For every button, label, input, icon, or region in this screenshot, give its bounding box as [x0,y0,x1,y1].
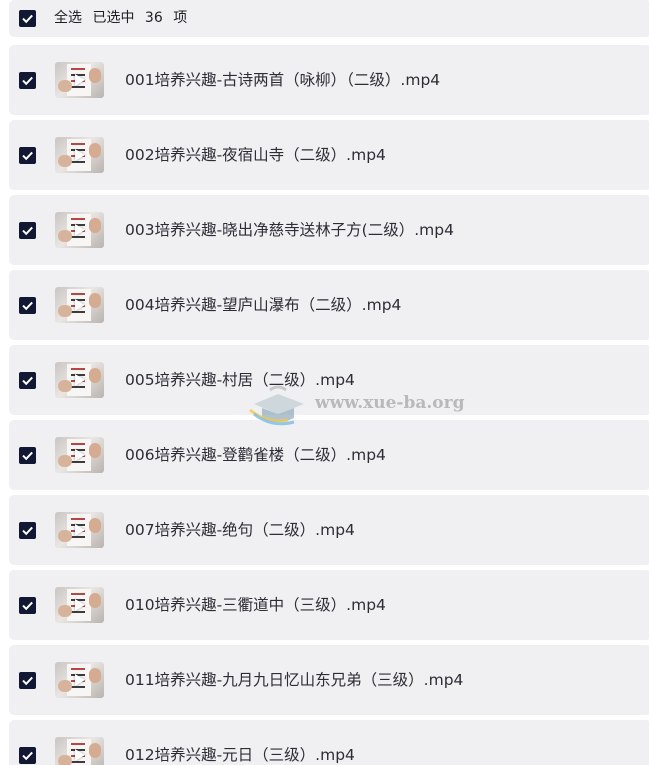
item-checkbox[interactable] [19,597,36,614]
video-thumbnail[interactable] [55,512,104,548]
selected-prefix: 已选中 [92,10,135,26]
video-file-name[interactable]: 012培养兴趣-元日（三级）.mp4 [125,744,355,765]
selection-summary: 全选 已选中 36 项 [54,9,193,28]
play-icon [75,374,85,386]
checkmark-icon [22,14,33,24]
video-file-name[interactable]: 001培养兴趣-古诗两首（咏柳）（二级）.mp4 [125,69,440,91]
video-list-item[interactable]: 010培养兴趣-三衢道中（三级）.mp4 [9,570,649,640]
video-list-item[interactable]: 012培养兴趣-元日（三级）.mp4 [9,720,649,765]
video-thumbnail[interactable] [55,737,104,765]
video-file-name[interactable]: 005培养兴趣-村居（二级）.mp4 [125,369,355,391]
video-thumbnail[interactable] [55,62,104,98]
video-file-name[interactable]: 003培养兴趣-晓出净慈寺送林子方(二级）.mp4 [125,219,454,241]
select-all-label[interactable]: 全选 [54,10,82,26]
play-icon [75,74,85,86]
video-file-name[interactable]: 002培养兴趣-夜宿山寺（二级）.mp4 [125,144,386,166]
video-thumbnail[interactable] [55,287,104,323]
select-all-checkbox[interactable] [19,10,36,27]
checkmark-icon [22,601,33,611]
item-checkbox[interactable] [19,747,36,764]
play-icon [75,149,85,161]
item-checkbox[interactable] [19,672,36,689]
checkmark-icon [22,151,33,161]
checkmark-icon [22,76,33,86]
selected-count: 36 [144,10,163,26]
video-list-item[interactable]: 001培养兴趣-古诗两首（咏柳）（二级）.mp4 [9,45,649,115]
select-all-bar: 全选 已选中 36 项 [9,0,649,37]
item-checkbox[interactable] [19,72,36,89]
video-thumbnail[interactable] [55,137,104,173]
item-checkbox[interactable] [19,522,36,539]
checkmark-icon [22,676,33,686]
item-checkbox[interactable] [19,222,36,239]
video-list-item[interactable]: 003培养兴趣-晓出净慈寺送林子方(二级）.mp4 [9,195,649,265]
play-icon [75,299,85,311]
play-icon [75,224,85,236]
checkmark-icon [22,301,33,311]
play-icon [75,449,85,461]
video-list-item[interactable]: 004培养兴趣-望庐山瀑布（二级）.mp4 [9,270,649,340]
checkmark-icon [22,751,33,761]
item-checkbox[interactable] [19,147,36,164]
checkmark-icon [22,526,33,536]
video-file-name[interactable]: 010培养兴趣-三衢道中（三级）.mp4 [125,594,386,616]
video-thumbnail[interactable] [55,212,104,248]
checkmark-icon [22,226,33,236]
video-list-item[interactable]: 005培养兴趣-村居（二级）.mp4 [9,345,649,415]
checkmark-icon [22,376,33,386]
item-checkbox[interactable] [19,297,36,314]
video-thumbnail[interactable] [55,662,104,698]
video-thumbnail[interactable] [55,362,104,398]
video-list-item[interactable]: 011培养兴趣-九月九日忆山东兄弟（三级）.mp4 [9,645,649,715]
item-checkbox[interactable] [19,447,36,464]
file-selection-list: 全选 已选中 36 项 001培养兴趣-古诗两首（咏柳）（二级）.mp4 002培… [0,0,649,765]
video-thumbnail[interactable] [55,437,104,473]
selected-suffix: 项 [173,10,188,26]
video-list-item[interactable]: 007培养兴趣-绝句（二级）.mp4 [9,495,649,565]
play-icon [75,749,85,761]
item-checkbox[interactable] [19,372,36,389]
play-icon [75,599,85,611]
checkmark-icon [22,451,33,461]
video-file-name[interactable]: 007培养兴趣-绝句（二级）.mp4 [125,519,355,541]
video-list-item[interactable]: 006培养兴趣-登鹳雀楼（二级）.mp4 [9,420,649,490]
video-file-name[interactable]: 004培养兴趣-望庐山瀑布（二级）.mp4 [125,294,401,316]
play-icon [75,674,85,686]
video-thumbnail[interactable] [55,587,104,623]
video-list-item[interactable]: 002培养兴趣-夜宿山寺（二级）.mp4 [9,120,649,190]
play-icon [75,524,85,536]
video-file-name[interactable]: 006培养兴趣-登鹳雀楼（二级）.mp4 [125,444,386,466]
video-file-name[interactable]: 011培养兴趣-九月九日忆山东兄弟（三级）.mp4 [125,669,463,691]
